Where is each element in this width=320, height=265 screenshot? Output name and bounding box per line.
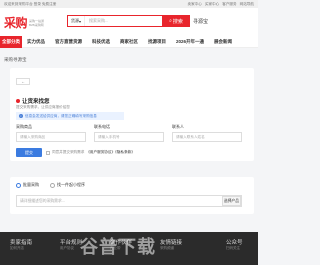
footer-col-links[interactable]: 友情链接: [160, 238, 182, 246]
product-input[interactable]: 请输入采购商品: [16, 132, 86, 142]
all-categories-button[interactable]: 全部分类: [0, 35, 22, 48]
search-input[interactable]: 搜索采购...: [85, 18, 162, 24]
header: 采购 采购一站通 B2B采购网 货源 ▾ 搜索采购... ⌕ 搜索 寻源宝: [0, 8, 258, 36]
title-dot-icon: [16, 99, 20, 103]
nav-item-tech[interactable]: 科技优选: [87, 39, 115, 45]
footer-col-wechat[interactable]: 公众号: [226, 238, 243, 246]
top-link-buyer[interactable]: 买家中心: [205, 2, 219, 7]
agreement-link[interactable]: 《用户服务协议》《隐私条款》: [86, 150, 135, 155]
nav-item-sourcing[interactable]: 找源项目: [143, 39, 171, 45]
need-description-input[interactable]: 请详细描述您的采购需求...: [16, 195, 242, 207]
breadcrumb: 采购寻源宝: [4, 57, 27, 62]
nav-item-2026[interactable]: 2026开年一通: [171, 39, 209, 45]
top-link-service[interactable]: 客户服务: [222, 2, 236, 7]
agree-checkbox[interactable]: [46, 150, 50, 155]
nav-item-community[interactable]: 商家社区: [115, 39, 143, 45]
search-bar: 货源 ▾ 搜索采购... ⌕ 搜索: [67, 15, 190, 27]
radio-bulk[interactable]: 批量采购: [16, 182, 39, 188]
logo-text: 采购: [4, 16, 28, 30]
nav-item-expo[interactable]: 展会新闻: [209, 39, 237, 45]
radio-off-icon: [50, 182, 55, 188]
product-label: 采购商品: [16, 124, 32, 129]
info-icon: i: [19, 114, 23, 118]
main-nav: 全部分类 实力优品 官方直营货源 科技优选 商家社区 找源项目 2026开年一通…: [0, 35, 258, 48]
search-icon: ⌕: [169, 18, 172, 24]
top-link-sitemap[interactable]: 网站导航: [240, 2, 254, 7]
radio-mini[interactable]: 找一件起小程序: [50, 182, 85, 188]
contact-label: 联系人: [172, 124, 184, 129]
footer: 卖家指南 平台规则 合作伙伴 友情链接 公众号 如何开店 用户协议 产业带 采购…: [0, 232, 258, 265]
nav-item-official[interactable]: 官方直营货源: [50, 39, 87, 45]
welcome-text: 欢迎来到采购平台 登录 免费注册: [4, 1, 57, 6]
footer-col-rules[interactable]: 平台规则: [60, 238, 82, 246]
nav-item-quality[interactable]: 实力优品: [22, 39, 50, 45]
footer-sub-wechat[interactable]: 扫码关注: [226, 246, 240, 251]
info-tip: i 信息会发送给供应商，请您正确填写采购信息: [16, 112, 124, 120]
footer-sub-rules[interactable]: 用户协议: [60, 246, 74, 251]
footer-col-seller[interactable]: 卖家指南: [10, 238, 32, 246]
phone-input[interactable]: 请输入手机号: [94, 132, 164, 142]
footer-sub-seller[interactable]: 如何开店: [10, 246, 24, 251]
form-title: 让货来找您: [16, 97, 50, 105]
footer-sub-links[interactable]: 采购频道: [160, 246, 174, 251]
top-bar: 欢迎来到采购平台 登录 免费注册 卖家中心 买家中心 客户服务 网站导航: [0, 0, 258, 8]
radio-on-icon: [16, 182, 21, 188]
select-product-button[interactable]: 选择产品: [222, 196, 241, 206]
seek-link[interactable]: 寻源宝: [193, 18, 208, 25]
need-card: 批量采购 找一件起小程序 请详细描述您的采购需求... 选择产品: [10, 177, 254, 214]
login-link[interactable]: 登录: [34, 2, 41, 6]
form-description: 提交采购需求，让供应商报价给您: [16, 105, 70, 109]
purchase-form-card: ← 让货来找您 提交采购需求，让供应商报价给您 i 信息会发送给供应商，请您正确填…: [10, 68, 254, 161]
contact-input[interactable]: 请输入联系人姓名: [172, 132, 242, 142]
register-link[interactable]: 免费注册: [42, 2, 56, 6]
top-link-seller[interactable]: 卖家中心: [188, 2, 202, 7]
back-button[interactable]: ←: [16, 78, 30, 85]
search-type-select[interactable]: 货源 ▾: [68, 16, 86, 26]
submit-button[interactable]: 提交: [16, 148, 42, 157]
search-button[interactable]: ⌕ 搜索: [162, 15, 190, 27]
agreement: 同意并提交采购需求 《用户服务协议》《隐私条款》: [46, 150, 135, 155]
logo[interactable]: 采购 采购一站通 B2B采购网: [4, 14, 44, 31]
watermark: 谷普下载: [80, 237, 156, 258]
phone-label: 联系电话: [94, 124, 110, 129]
logo-subtitle: 采购一站通 B2B采购网: [29, 18, 45, 27]
